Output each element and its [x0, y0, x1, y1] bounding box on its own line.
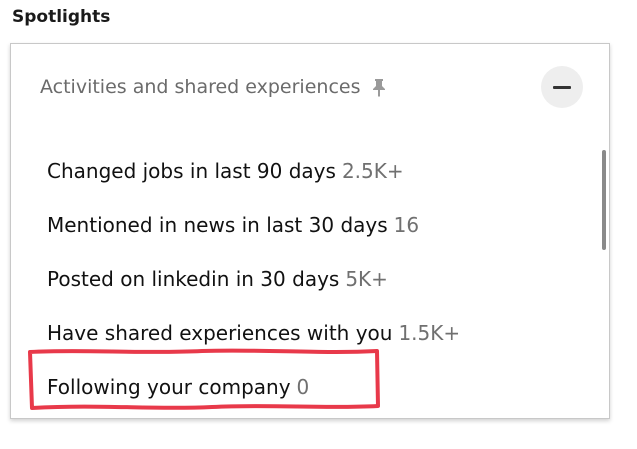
list-item[interactable]: Changed jobs in last 90 days 2.5K+: [47, 144, 587, 198]
spotlight-list: Changed jobs in last 90 days 2.5K+ Menti…: [47, 144, 587, 414]
list-item-count: 2.5K+: [341, 159, 404, 183]
list-item-label: Have shared experiences with you: [47, 321, 393, 345]
list-item[interactable]: Following your company 0: [47, 360, 587, 414]
spotlights-panel: Activities and shared experiences Change…: [10, 43, 610, 419]
list-item-count: 0: [296, 375, 310, 399]
pin-icon[interactable]: [370, 77, 388, 97]
list-item[interactable]: Have shared experiences with you 1.5K+: [47, 306, 587, 360]
scrollbar-thumb[interactable]: [602, 150, 606, 250]
list-item[interactable]: Posted on linkedin in 30 days 5K+: [47, 252, 587, 306]
list-item-label: Following your company: [47, 375, 291, 399]
panel-header: Activities and shared experiences: [40, 76, 388, 98]
list-item[interactable]: Mentioned in news in last 30 days 16: [47, 198, 587, 252]
list-item-count: 5K+: [345, 267, 388, 291]
section-title: Spotlights: [12, 7, 111, 27]
panel-header-label: Activities and shared experiences: [40, 76, 361, 98]
list-item-count: 16: [393, 213, 420, 237]
list-item-label: Changed jobs in last 90 days: [47, 159, 336, 183]
list-item-count: 1.5K+: [398, 321, 461, 345]
list-item-label: Mentioned in news in last 30 days: [47, 213, 388, 237]
collapse-button[interactable]: [541, 66, 583, 108]
list-item-label: Posted on linkedin in 30 days: [47, 267, 340, 291]
minus-icon: [553, 85, 571, 89]
